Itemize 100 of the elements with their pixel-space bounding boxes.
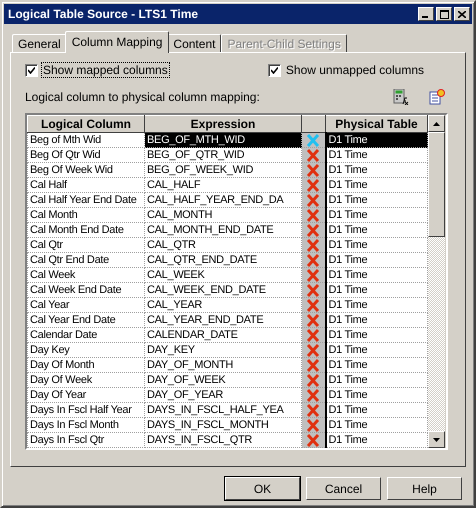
tab[interactable]: Content [167,34,222,52]
scroll-down-button[interactable] [428,431,445,448]
minimize-button[interactable] [418,7,434,21]
up-arrow-icon [433,122,440,126]
table-cell[interactable]: CALENDAR_DATE [144,328,302,342]
maximize-button[interactable] [436,7,452,21]
table-cell: Beg Of Qtr Wid [28,148,144,162]
table-cell[interactable]: BEG_OF_WEEK_WID [144,162,302,178]
table-cell: D1 Time [326,312,428,328]
delete-icon[interactable] [306,254,320,266]
table-cell: D1 Time [326,192,428,208]
delete-icon[interactable] [306,148,320,162]
check-icon [28,66,35,74]
table-cell[interactable]: BEG_OF_MTH_WID [144,132,302,148]
table-cell[interactable]: DAY_OF_WEEK [144,372,302,388]
delete-icon[interactable] [306,298,320,312]
table-cell[interactable]: DAYS_IN_FSCL_QTR [144,432,302,448]
delete-icon[interactable] [306,374,320,386]
column-header[interactable]: Physical Table [326,116,428,132]
table-cell: Day Of Year [28,388,144,402]
table-cell: Cal Month End Date [28,222,144,238]
table-cell[interactable]: CAL_WEEK_END_DATE [144,282,302,298]
delete-icon[interactable] [306,434,320,446]
delete-icon[interactable] [306,344,320,356]
delete-icon[interactable] [306,358,320,372]
table-cell: Cal Qtr [28,238,144,252]
close-button[interactable] [454,7,470,21]
delete-icon[interactable] [306,284,320,296]
scrollbar[interactable] [428,115,445,448]
table-cell: Beg of Mth Wid [28,132,144,148]
add-list-icon[interactable] [429,89,445,105]
table-cell: Cal Half [28,178,144,192]
table-cell[interactable]: CAL_YEAR [144,298,302,312]
column-header-blank [302,116,326,132]
table-cell: Day Key [28,342,144,358]
table-cell[interactable]: CAL_HALF_YEAR_END_DA [144,192,302,208]
scroll-thumb[interactable] [428,132,445,237]
delete-icon[interactable] [306,314,320,326]
maximize-icon [440,10,448,18]
delete-icon[interactable] [306,268,320,282]
dialog-button[interactable]: Help [387,477,462,500]
down-arrow-icon [433,438,440,442]
table-cell: Cal Week [28,268,144,282]
table-cell: Beg Of Week Wid [28,162,144,178]
delete-icon[interactable] [306,418,320,432]
table-cell: D1 Time [326,148,428,162]
table-cell: D1 Time [326,208,428,222]
column-header[interactable]: Expression [144,116,302,132]
table-cell[interactable]: DAY_KEY [144,342,302,358]
table-cell: D1 Time [326,328,428,342]
window-title: Logical Table Source - LTS1 Time [8,7,198,21]
checkbox-label: Show mapped columns [42,63,169,77]
checkbox[interactable] [268,64,281,76]
table-cell[interactable]: DAY_OF_MONTH [144,358,302,372]
column-header[interactable]: Logical Column [28,116,144,132]
delete-icon[interactable] [306,164,320,176]
table-cell: Days In Fscl Qtr [28,432,144,448]
delete-icon[interactable] [306,194,320,206]
table-cell[interactable]: CAL_YEAR_END_DATE [144,312,302,328]
delete-icon[interactable] [306,238,320,252]
dialog-button[interactable]: OK [225,477,300,500]
table-cell: Day Of Month [28,358,144,372]
table-cell[interactable]: CAL_MONTH [144,208,302,222]
table-cell: D1 Time [326,298,428,312]
table-cell: D1 Time [326,178,428,192]
checkbox[interactable] [25,64,38,76]
table-cell[interactable]: BEG_OF_QTR_WID [144,148,302,162]
table-cell[interactable]: CAL_QTR_END_DATE [144,252,302,268]
table-cell[interactable]: CAL_QTR [144,238,302,252]
delete-icon[interactable] [306,404,320,416]
delete-icon[interactable] [306,388,320,402]
table-cell: D1 Time [326,282,428,298]
table-cell: D1 Time [326,432,428,448]
table-cell: Days In Fscl Half Year [28,402,144,418]
table-cell[interactable]: CAL_MONTH_END_DATE [144,222,302,238]
table-cell[interactable]: CAL_HALF [144,178,302,192]
delete-icon[interactable] [306,224,320,236]
tab[interactable]: General [12,34,67,52]
close-icon [458,10,466,18]
tab[interactable]: Column Mapping [64,31,170,53]
delete-icon[interactable] [306,178,320,192]
delete-icon[interactable] [306,328,320,342]
table-cell: Cal Year [28,298,144,312]
table-cell: Day Of Week [28,372,144,388]
table-cell[interactable]: DAY_OF_YEAR [144,388,302,402]
table-cell: Cal Half Year End Date [28,192,144,208]
table-cell[interactable]: DAYS_IN_FSCL_HALF_YEA [144,402,302,418]
delete-icon[interactable] [306,208,320,222]
table-cell: D1 Time [326,388,428,402]
table-cell[interactable]: DAYS_IN_FSCL_MONTH [144,418,302,432]
table-cell: Cal Year End Date [28,312,144,328]
table-cell: Cal Qtr End Date [28,252,144,268]
table-cell[interactable]: CAL_WEEK [144,268,302,282]
dialog-button[interactable]: Cancel [306,477,381,500]
scroll-up-button[interactable] [428,115,445,132]
table-cell: D1 Time [326,222,428,238]
checkbox-label: Show unmapped columns [284,63,425,77]
table-cell: D1 Time [326,162,428,178]
calculator-icon[interactable] [393,89,409,105]
table-cell: Days In Fscl Month [28,418,144,432]
